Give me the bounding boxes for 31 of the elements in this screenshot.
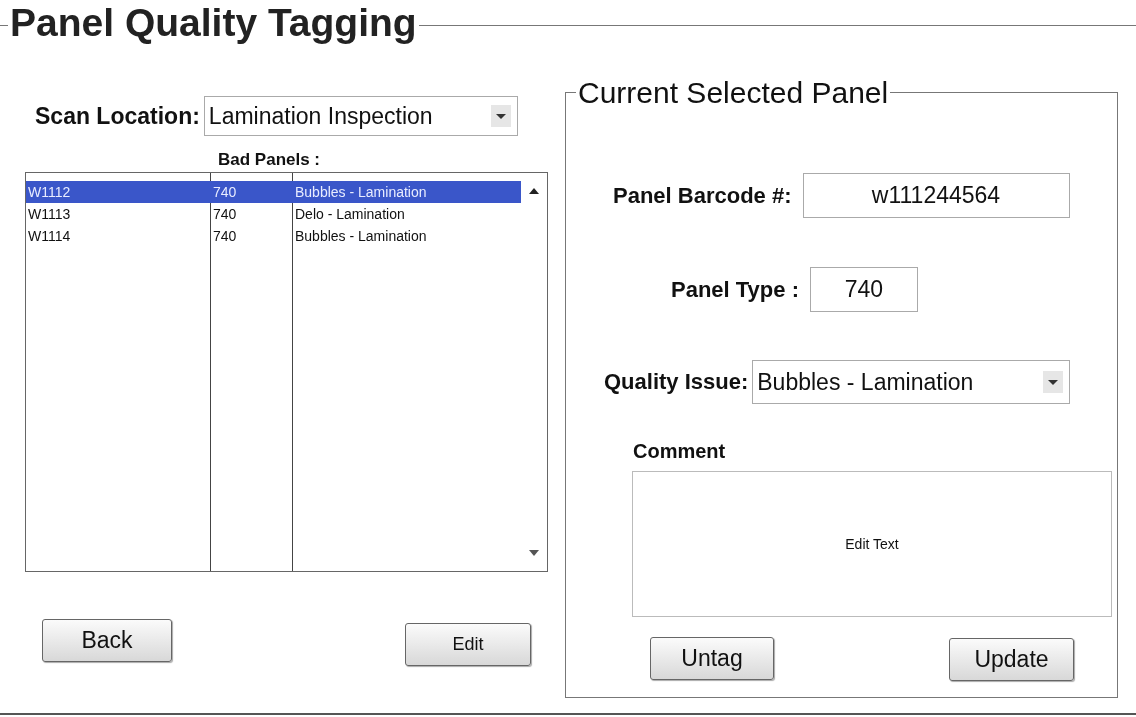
list-cell-text: 740 (212, 228, 238, 244)
bad-panels-heading: Bad Panels : (218, 150, 322, 170)
untag-button[interactable]: Untag (650, 637, 774, 680)
panel-type-field[interactable]: 740 (809, 267, 918, 312)
screen-title: Panel Quality Tagging (9, 1, 418, 45)
list-cell-text: 740 (212, 206, 238, 222)
list-cell-text: 740 (212, 184, 238, 200)
list-cell-text: Bubbles - Lamination (294, 228, 428, 244)
comment-field[interactable]: Edit Text (632, 471, 1112, 617)
barcode-field[interactable]: w111244564 (802, 173, 1070, 218)
scroll-down-icon[interactable] (528, 549, 540, 557)
list-row[interactable]: W1114 740 Bubbles - Lamination (26, 225, 521, 247)
list-cell-text: Bubbles - Lamination (294, 184, 428, 200)
list-row[interactable]: W1113 740 Delo - Lamination (26, 203, 521, 225)
scan-location-dropdown[interactable]: Lamination Inspection (203, 96, 518, 136)
bad-panels-list[interactable]: W1112 740 Bubbles - Lamination W1113 740 Delo - Lamination W1114 740 Bubbles - Lamination (25, 172, 548, 572)
update-button[interactable]: Update (949, 638, 1074, 681)
quality-issue-dropdown[interactable]: Bubbles - Lamination (752, 360, 1071, 404)
list-cell-text: W1114 (27, 228, 72, 244)
edit-button[interactable]: Edit (405, 623, 531, 666)
list-cell-text: W1112 (27, 184, 72, 200)
scroll-up-icon[interactable] (528, 187, 540, 195)
panel-type-label: Panel Type : (671, 276, 799, 303)
back-button[interactable]: Back (42, 619, 172, 662)
list-cell-text: Delo - Lamination (294, 206, 406, 222)
list-cell-text: W1113 (27, 206, 72, 222)
quality-issue-label: Quality Issue: (604, 369, 749, 395)
list-row[interactable]: W1112 740 Bubbles - Lamination (26, 181, 521, 203)
scan-location-label: Scan Location: (35, 102, 200, 130)
comment-label: Comment (633, 440, 727, 463)
barcode-label: Panel Barcode #: (613, 182, 792, 209)
